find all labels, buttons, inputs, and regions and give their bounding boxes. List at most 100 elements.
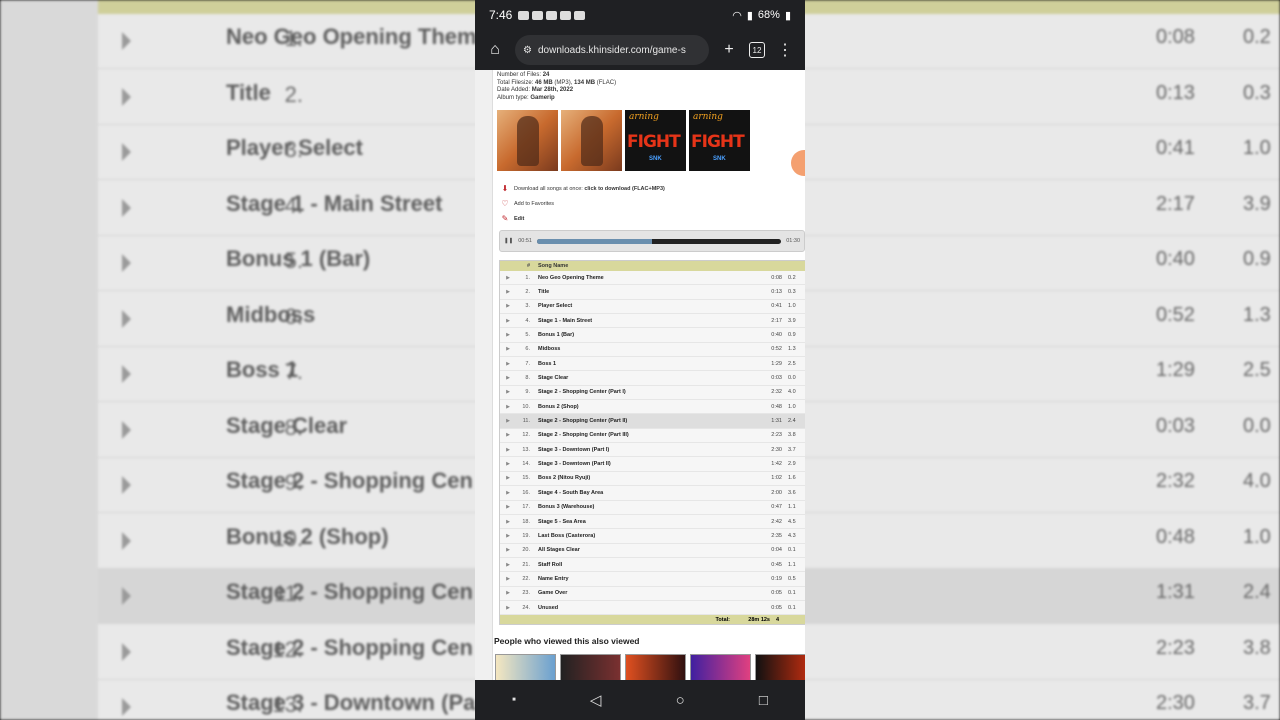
table-row[interactable]: ▶ 23. Game Over 0:05 0.1 [500, 586, 805, 601]
address-bar[interactable]: ⚙ downloads.khinsider.com/game-s [515, 35, 709, 65]
edit-link[interactable]: Edit [514, 216, 524, 222]
table-row[interactable]: ▶ 14. Stage 3 - Downtown (Part II) 1:42 2.9 [500, 457, 805, 472]
favorites-action[interactable]: ♡ Add to Favorites [501, 199, 554, 208]
track-name[interactable]: Stage 1 - Main Street [530, 318, 760, 324]
table-row[interactable]: ▶ 15. Boss 2 (Nitou Ryuji) 1:02 1.6 [500, 471, 805, 487]
thumbnail[interactable] [625, 654, 686, 680]
play-icon[interactable]: ▶ [500, 375, 516, 381]
track-name[interactable]: All Stages Clear [530, 547, 760, 553]
play-icon[interactable]: ▶ [500, 547, 516, 553]
table-row[interactable]: ▶ 9. Stage 2 - Shopping Center (Part I) 2:3… [500, 385, 805, 401]
track-name[interactable]: Stage 2 - Shopping Center (Part I) [530, 389, 760, 395]
play-icon[interactable]: ▶ [500, 533, 516, 539]
table-row[interactable]: ▶ 24. Unused 0:05 0.1 [500, 600, 805, 616]
track-name[interactable]: Game Over [530, 590, 760, 596]
play-icon[interactable]: ▶ [500, 432, 516, 438]
cover-image[interactable]: arning FIGHT SNK [689, 110, 750, 171]
table-row[interactable]: ▶ 6. Midboss 0:52 1.3 [500, 342, 805, 358]
play-icon[interactable]: ▶ [500, 303, 516, 309]
new-tab-icon[interactable]: + [719, 41, 739, 59]
track-name[interactable]: Stage 2 - Shopping Center (Part II) [530, 418, 760, 424]
track-name[interactable]: Bonus 3 (Warehouse) [530, 504, 760, 510]
track-name[interactable]: Boss 1 [530, 361, 760, 367]
track-name[interactable]: Last Boss (Casterora) [530, 533, 760, 539]
table-row[interactable]: ▶ 18. Stage 5 - Sea Area 2:42 4.5 [500, 514, 805, 530]
track-name[interactable]: Title [530, 289, 760, 295]
thumbnail[interactable] [560, 654, 621, 680]
play-icon[interactable]: ▶ [500, 519, 516, 525]
track-name[interactable]: Player Select [530, 303, 760, 309]
play-icon[interactable]: ▶ [500, 490, 516, 496]
table-row[interactable]: ▶ 5. Bonus 1 (Bar) 0:40 0.9 [500, 328, 805, 343]
play-icon[interactable]: ▶ [500, 389, 516, 395]
track-name[interactable]: Stage 5 - Sea Area [530, 519, 760, 525]
floating-button[interactable] [791, 150, 805, 176]
table-row[interactable]: ▶ 1. Neo Geo Opening Theme 0:08 0.2 [500, 271, 805, 286]
play-icon[interactable]: ▶ [500, 346, 516, 352]
home-icon[interactable]: ⌂ [485, 41, 505, 59]
play-icon[interactable]: ▶ [500, 461, 516, 467]
table-row[interactable]: ▶ 2. Title 0:13 0.3 [500, 285, 805, 300]
table-row[interactable]: ▶ 19. Last Boss (Casterora) 2:35 4.3 [500, 529, 805, 544]
track-name[interactable]: Stage Clear [530, 375, 760, 381]
play-icon[interactable]: ▶ [500, 289, 516, 295]
play-icon[interactable]: ▶ [500, 418, 516, 424]
table-row[interactable]: ▶ 12. Stage 2 - Shopping Center (Part III)… [500, 428, 805, 444]
table-row[interactable]: ▶ 17. Bonus 3 (Warehouse) 0:47 1.1 [500, 500, 805, 515]
track-name[interactable]: Staff Roll [530, 562, 760, 568]
recents-icon[interactable]: □ [759, 692, 768, 709]
track-name[interactable]: Stage 3 - Downtown (Part II) [530, 461, 760, 467]
back-icon[interactable]: ◁ [590, 691, 602, 709]
pause-icon[interactable]: ❚❚ [504, 238, 513, 244]
table-row[interactable]: ▶ 11. Stage 2 - Shopping Center (Part II) 1… [500, 414, 805, 429]
home-nav-icon[interactable]: ○ [676, 692, 685, 709]
track-name[interactable]: Bonus 2 (Shop) [530, 404, 760, 410]
thumbnail[interactable] [755, 654, 805, 680]
play-icon[interactable]: ▶ [500, 475, 516, 481]
cover-image[interactable] [497, 110, 558, 171]
background-track-size: 1.0 [1243, 137, 1271, 159]
track-name[interactable]: Stage 3 - Downtown (Part I) [530, 447, 760, 453]
track-name[interactable]: Unused [530, 605, 760, 611]
table-row[interactable]: ▶ 3. Player Select 0:41 1.0 [500, 299, 805, 315]
track-name[interactable]: Boss 2 (Nitou Ryuji) [530, 475, 760, 481]
table-row[interactable]: ▶ 7. Boss 1 1:29 2.5 [500, 357, 805, 372]
table-row[interactable]: ▶ 4. Stage 1 - Main Street 2:17 3.9 [500, 314, 805, 329]
tab-switcher-button[interactable]: 12 [749, 42, 765, 58]
table-row[interactable]: ▶ 22. Name Entry 0:19 0.5 [500, 572, 805, 587]
track-name[interactable]: Name Entry [530, 576, 760, 582]
play-icon[interactable]: ▶ [500, 504, 516, 510]
play-icon[interactable]: ▶ [500, 275, 516, 281]
play-icon[interactable]: ▶ [500, 590, 516, 596]
edit-action[interactable]: ✎ Edit [501, 214, 525, 223]
play-icon[interactable]: ▶ [500, 332, 516, 338]
play-icon[interactable]: ▶ [500, 318, 516, 324]
cover-image[interactable] [561, 110, 622, 171]
table-row[interactable]: ▶ 21. Staff Roll 0:45 1.1 [500, 557, 805, 573]
play-icon[interactable]: ▶ [500, 404, 516, 410]
table-row[interactable]: ▶ 8. Stage Clear 0:03 0.0 [500, 371, 805, 386]
download-all-link[interactable]: click to download (FLAC+MP3) [584, 186, 665, 192]
track-name[interactable]: Stage 2 - Shopping Center (Part III) [530, 432, 760, 438]
thumbnail[interactable] [495, 654, 556, 680]
track-name[interactable]: Bonus 1 (Bar) [530, 332, 760, 338]
table-row[interactable]: ▶ 20. All Stages Clear 0:04 0.1 [500, 543, 805, 558]
menu-icon[interactable]: ⋮ [775, 40, 795, 60]
background-play-icon [122, 642, 131, 661]
cover-image[interactable]: arning FIGHT SNK [625, 110, 686, 171]
favorites-link[interactable]: Add to Favorites [514, 201, 554, 207]
play-icon[interactable]: ▶ [500, 576, 516, 582]
thumbnail[interactable] [690, 654, 751, 680]
track-name[interactable]: Neo Geo Opening Theme [530, 275, 760, 281]
play-icon[interactable]: ▶ [500, 447, 516, 453]
play-icon[interactable]: ▶ [500, 562, 516, 568]
track-name[interactable]: Stage 4 - South Bay Area [530, 490, 760, 496]
seek-bar[interactable] [536, 238, 782, 244]
play-icon[interactable]: ▶ [500, 361, 516, 367]
play-icon[interactable]: ▶ [500, 605, 516, 611]
table-row[interactable]: ▶ 16. Stage 4 - South Bay Area 2:00 3.6 [500, 486, 805, 501]
track-name[interactable]: Midboss [530, 346, 760, 352]
table-row[interactable]: ▶ 13. Stage 3 - Downtown (Part I) 2:30 3.7 [500, 443, 805, 458]
table-row[interactable]: ▶ 10. Bonus 2 (Shop) 0:48 1.0 [500, 400, 805, 415]
site-settings-icon[interactable]: ⚙ [523, 45, 532, 56]
